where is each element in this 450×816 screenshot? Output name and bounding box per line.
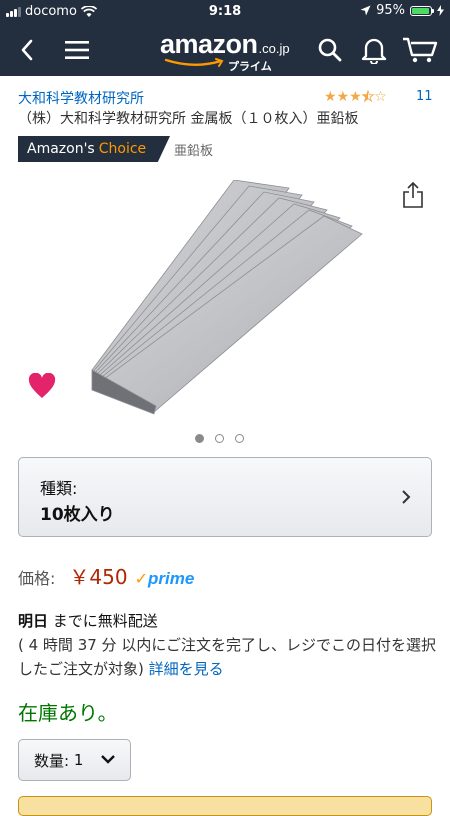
pager-dot[interactable]	[215, 434, 224, 443]
star-icon: ★	[361, 89, 375, 105]
logo-prime: プライム	[228, 60, 272, 73]
back-icon	[21, 39, 33, 61]
price-row: 価格: ￥450 ✓ prime	[18, 561, 194, 590]
search-icon	[318, 38, 342, 62]
smile-icon	[164, 58, 224, 67]
review-count[interactable]: 11	[416, 89, 433, 104]
chevron-down-icon	[101, 755, 115, 764]
product-title: （株）大和科学教材研究所 金属板（１０枚入）亜鉛板	[18, 111, 359, 127]
amazon-logo[interactable]: amazon.co.jp プライム	[160, 29, 290, 73]
share-button[interactable]	[402, 181, 424, 213]
badge-choice: Choice	[98, 141, 147, 157]
wishlist-button[interactable]	[28, 372, 56, 403]
pager-dot[interactable]	[235, 434, 244, 443]
zinc-plates-image	[91, 179, 363, 415]
status-bar: docomo 9:18 95%	[0, 0, 450, 24]
star-icon: ★	[336, 89, 350, 105]
delivery-day: 明日	[18, 612, 49, 630]
search-button[interactable]	[314, 32, 346, 68]
heart-icon	[28, 372, 56, 398]
cart-button[interactable]	[400, 32, 440, 68]
share-icon	[403, 181, 423, 208]
notifications-button[interactable]	[358, 32, 390, 68]
delivery-details-link[interactable]: 詳細を見る	[149, 660, 224, 678]
menu-icon	[65, 41, 89, 59]
brand-link[interactable]: 大和科学教材研究所	[18, 88, 144, 108]
star-rating[interactable]: ★ ★ ★ ★ ☆	[324, 89, 387, 105]
stock-status: 在庫あり。	[18, 701, 118, 725]
quantity-value: 1	[73, 751, 84, 769]
charging-icon	[437, 5, 444, 16]
star-icon: ★	[349, 89, 362, 105]
cart-icon	[403, 37, 438, 63]
choice-keyword[interactable]: 亜鉛板	[174, 140, 213, 159]
quantity-selector[interactable]: 数量: 1	[18, 739, 131, 781]
logo-tld: .co.jp	[258, 41, 290, 56]
nav-bar: amazon.co.jp プライム	[0, 24, 450, 76]
status-right: 95%	[360, 3, 444, 18]
star-icon: ☆	[374, 89, 387, 105]
pager-dot[interactable]	[195, 434, 204, 443]
price-value: ￥450	[69, 565, 128, 589]
add-to-cart-button[interactable]	[18, 796, 432, 816]
bell-icon	[361, 38, 387, 64]
delivery-info: 明日 までに無料配送 ( 4 時間 37 分 以内にご注文を完了し、レジでこの日…	[18, 609, 438, 681]
chevron-right-icon	[402, 490, 411, 504]
delivery-detail: ( 4 時間 37 分 以内にご注文を完了し、レジでこの日付を選択したご注文が対…	[18, 636, 437, 678]
variant-selector[interactable]: 種類: 10枚入り	[18, 457, 432, 537]
amazons-choice-badge: Amazon's Choice	[18, 136, 170, 162]
prime-check-icon: ✓	[134, 569, 148, 588]
delivery-text: までに無料配送	[48, 612, 158, 630]
menu-button[interactable]	[62, 32, 92, 68]
back-button[interactable]	[12, 32, 42, 68]
prime-logo: ✓ prime	[135, 569, 195, 589]
image-pager[interactable]	[195, 434, 244, 443]
variant-label: 種類:	[40, 479, 78, 498]
location-icon	[360, 5, 371, 16]
quantity-label: 数量:	[34, 751, 70, 770]
variant-value: 10枚入り	[40, 505, 115, 525]
star-icon: ★	[324, 89, 337, 105]
battery-percent: 95%	[376, 3, 405, 18]
product-image[interactable]	[84, 179, 374, 424]
prime-text: prime	[148, 569, 195, 588]
price-label: 価格:	[18, 569, 56, 588]
battery-icon	[410, 5, 434, 16]
badge-prefix: Amazon's	[27, 141, 95, 157]
logo-word: amazon	[160, 29, 258, 59]
